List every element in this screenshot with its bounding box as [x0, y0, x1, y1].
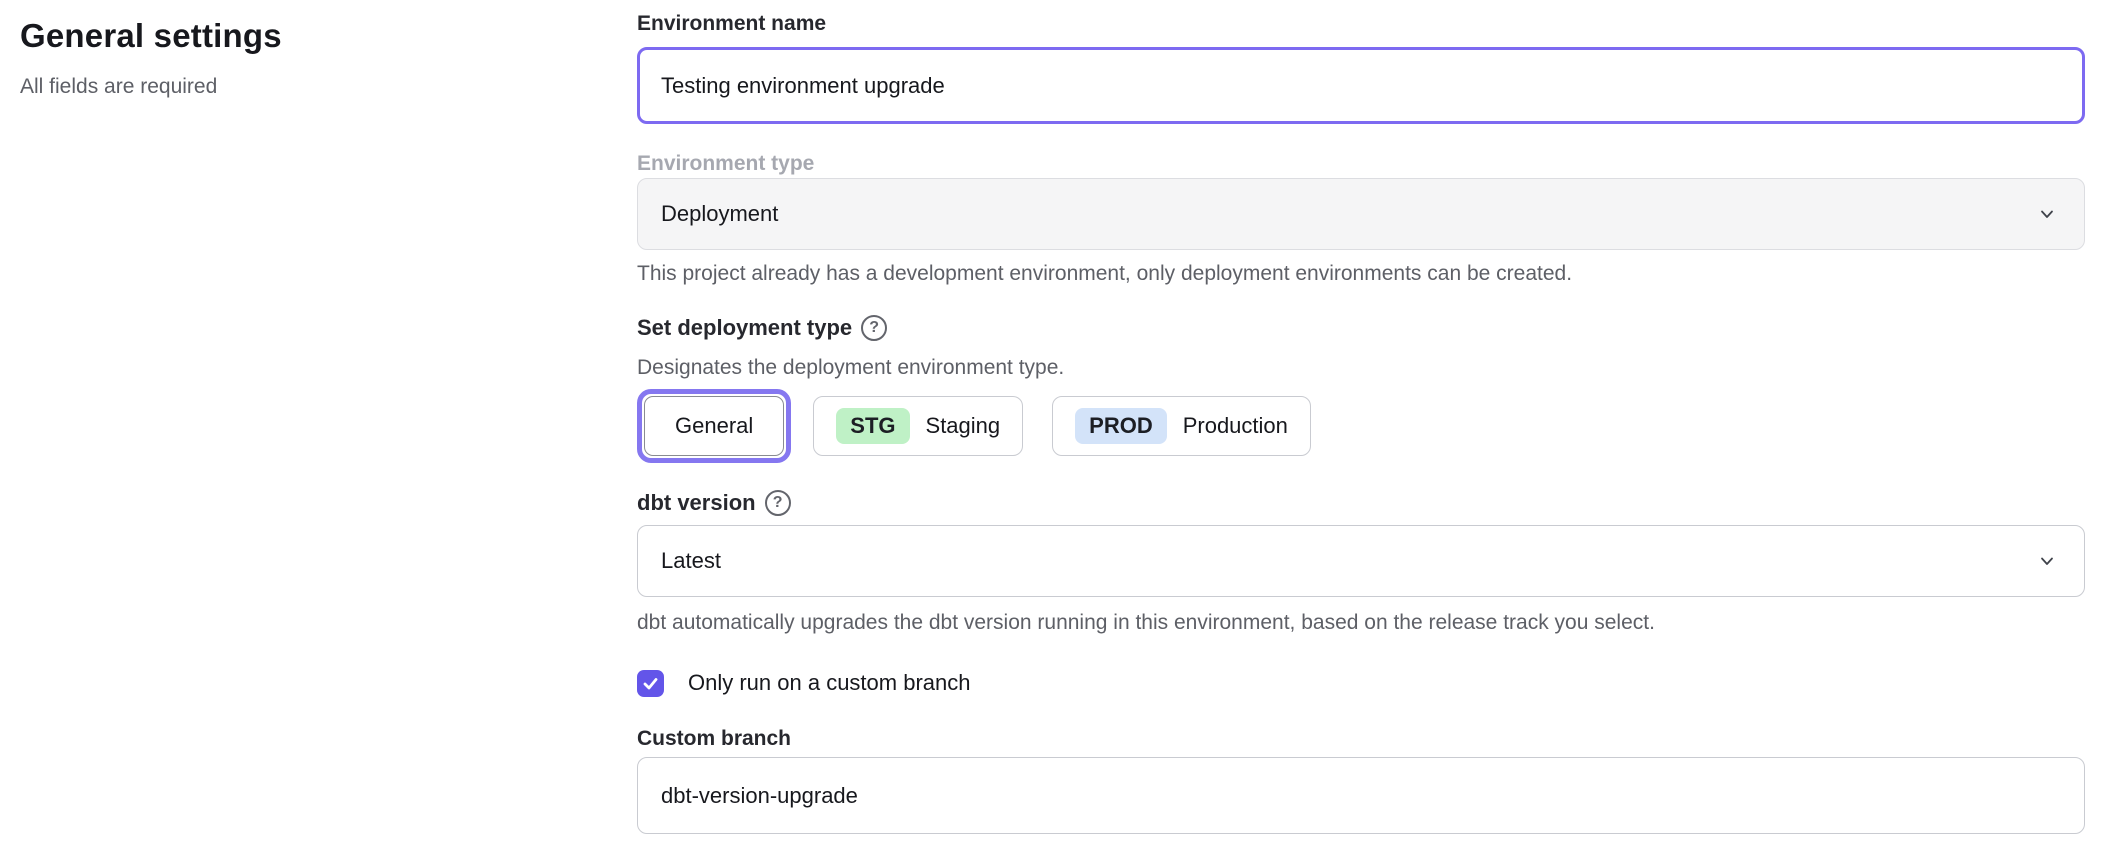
staging-button[interactable]: STG Staging: [813, 396, 1023, 456]
dbt-version-label: dbt version: [637, 489, 756, 517]
custom-branch-checkbox[interactable]: [637, 670, 664, 697]
custom-branch-checkbox-label[interactable]: Only run on a custom branch: [688, 670, 970, 696]
environment-name-input[interactable]: [637, 47, 2085, 124]
dbt-version-value: Latest: [661, 548, 721, 574]
production-button[interactable]: PROD Production: [1052, 396, 1311, 456]
help-icon[interactable]: ?: [765, 490, 791, 516]
deployment-option-production[interactable]: PROD Production: [1045, 389, 1318, 463]
custom-branch-label: Custom branch: [637, 725, 2085, 753]
deployment-option-general[interactable]: General: [637, 389, 791, 463]
dbt-version-select[interactable]: Latest: [637, 525, 2085, 597]
deployment-type-label: Set deployment type: [637, 314, 852, 342]
checkmark-icon: [641, 674, 660, 693]
deployment-option-staging[interactable]: STG Staging: [806, 389, 1030, 463]
general-button[interactable]: General: [644, 396, 784, 456]
chevron-down-icon: [2036, 550, 2058, 572]
page-subtitle: All fields are required: [20, 74, 610, 100]
production-button-label: Production: [1183, 413, 1288, 439]
dbt-version-helper: dbt automatically upgrades the dbt versi…: [637, 609, 2085, 637]
custom-branch-checkbox-row: Only run on a custom branch: [637, 667, 2085, 699]
environment-type-value: Deployment: [661, 201, 778, 227]
environment-name-label: Environment name: [637, 10, 2085, 38]
chevron-down-icon: [2036, 203, 2058, 225]
staging-badge: STG: [836, 408, 909, 444]
environment-type-helper: This project already has a development e…: [637, 260, 2085, 288]
help-icon[interactable]: ?: [861, 315, 887, 341]
production-badge: PROD: [1075, 408, 1167, 444]
deployment-type-helper: Designates the deployment environment ty…: [637, 354, 2085, 382]
environment-type-label: Environment type: [637, 150, 2085, 178]
environment-type-select[interactable]: Deployment: [637, 178, 2085, 250]
deployment-type-options: General STG Staging PROD Production: [637, 389, 2085, 463]
page-title: General settings: [20, 14, 610, 58]
general-button-label: General: [675, 413, 753, 439]
custom-branch-input[interactable]: [637, 757, 2085, 834]
settings-header: General settings All fields are required: [20, 14, 610, 100]
staging-button-label: Staging: [926, 413, 1001, 439]
environment-settings-page: General settings All fields are required…: [0, 0, 2116, 864]
settings-form: Environment name Environment type Deploy…: [637, 0, 2085, 834]
